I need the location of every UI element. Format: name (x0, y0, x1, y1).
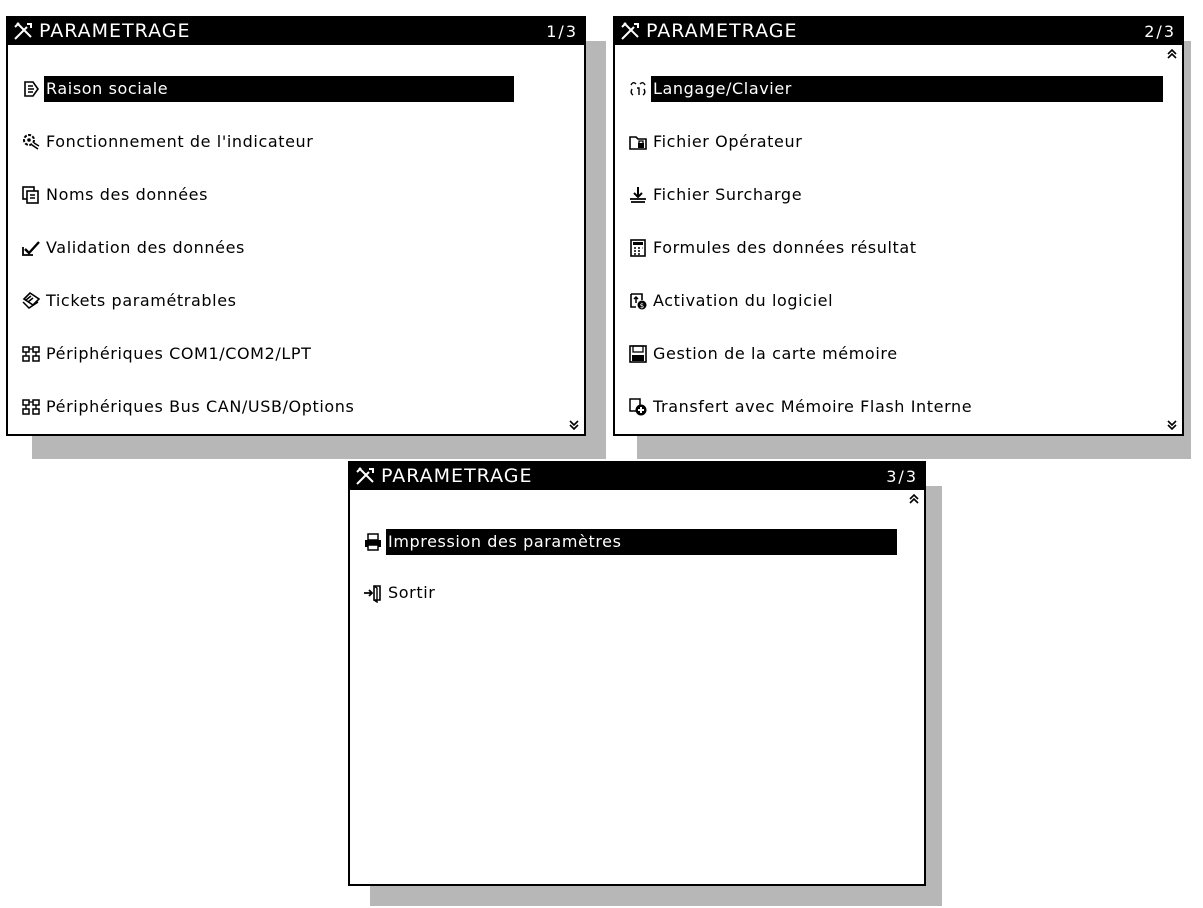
menu-item-langage-clavier[interactable]: Langage/Clavier (627, 75, 1163, 103)
peripherals-icon (20, 343, 42, 365)
menu-item-label: Périphériques Bus CAN/USB/Options (46, 397, 355, 416)
page-indicator: 2/3 (1144, 22, 1176, 41)
exit-icon (362, 582, 384, 604)
menu-item-label: Raison sociale (44, 76, 514, 102)
menu-item-noms-donnees[interactable]: Noms des données (20, 181, 210, 209)
menu-item-formules[interactable]: Formules des données résultat (627, 234, 919, 262)
scroll-down-icon[interactable] (568, 419, 580, 431)
menu-item-label: Impression des paramètres (386, 529, 897, 555)
menu-item-label: Périphériques COM1/COM2/LPT (46, 344, 312, 363)
peripherals-icon (20, 396, 42, 418)
checkmark-icon (20, 237, 42, 259)
title-bar: PARAMETRAGE 2/3 (615, 18, 1182, 45)
menu-item-peripheriques-bus[interactable]: Périphériques Bus CAN/USB/Options (20, 393, 356, 421)
menu-item-label: Tickets paramétrables (46, 291, 237, 310)
menu-item-peripheriques-com[interactable]: Périphériques COM1/COM2/LPT (20, 340, 314, 368)
menu-item-label: Formules des données résultat (653, 238, 917, 257)
menu-item-fichier-surcharge[interactable]: Fichier Surcharge (627, 181, 804, 209)
menu-item-label: Gestion de la carte mémoire (653, 344, 898, 363)
page-indicator: 1/3 (546, 22, 578, 41)
printer-icon (362, 531, 384, 553)
menu-item-validation[interactable]: Validation des données (20, 234, 247, 262)
names-icon (20, 184, 42, 206)
page-indicator: 3/3 (886, 467, 918, 486)
menu-item-activation[interactable]: $ Activation du logiciel (627, 287, 835, 315)
screen: PARAMETRAGE 1/3 Raison sociale Fonctionn… (6, 16, 586, 436)
memory-card-icon (627, 343, 649, 365)
screen: PARAMETRAGE 3/3 Impression des paramètre… (348, 461, 926, 886)
title-bar: PARAMETRAGE 1/3 (8, 18, 584, 45)
screen: PARAMETRAGE 2/3 Langage/Clavier Fichier … (613, 16, 1184, 436)
menu-item-carte-memoire[interactable]: Gestion de la carte mémoire (627, 340, 900, 368)
language-icon (627, 78, 649, 100)
title-bar: PARAMETRAGE 3/3 (350, 463, 924, 490)
svg-text:$: $ (640, 302, 644, 310)
overload-file-icon (627, 184, 649, 206)
menu-item-impression[interactable]: Impression des paramètres (362, 528, 897, 556)
panel-title: PARAMETRAGE (381, 465, 533, 487)
menu-item-fichier-operateur[interactable]: Fichier Opérateur (627, 128, 804, 156)
tools-icon (356, 467, 374, 485)
menu-item-label: Fichier Surcharge (653, 185, 803, 204)
calculator-icon (627, 237, 649, 259)
tools-icon (621, 22, 639, 40)
scroll-up-icon[interactable] (1166, 48, 1178, 60)
menu-item-label: Langage/Clavier (651, 76, 1163, 102)
ticket-icon (20, 290, 42, 312)
gear-icon (20, 131, 42, 153)
menu-item-label: Fonctionnement de l'indicateur (46, 132, 314, 151)
flash-transfer-icon (627, 396, 649, 418)
menu-item-label: Transfert avec Mémoire Flash Interne (653, 397, 973, 416)
menu-item-tickets[interactable]: Tickets paramétrables (20, 287, 239, 315)
menu-item-fonctionnement[interactable]: Fonctionnement de l'indicateur (20, 128, 315, 156)
scroll-up-icon[interactable] (908, 493, 920, 505)
scroll-down-icon[interactable] (1166, 419, 1178, 431)
menu-item-label: Sortir (388, 583, 436, 602)
menu-item-transfert-flash[interactable]: Transfert avec Mémoire Flash Interne (627, 393, 974, 421)
menu-item-sortir[interactable]: Sortir (362, 579, 437, 607)
menu-item-raison-sociale[interactable]: Raison sociale (20, 75, 514, 103)
panel-title: PARAMETRAGE (646, 20, 798, 42)
panel-title: PARAMETRAGE (39, 20, 191, 42)
menu-item-label: Fichier Opérateur (653, 132, 803, 151)
menu-item-label: Noms des données (46, 185, 209, 204)
operator-file-icon (627, 131, 649, 153)
company-icon (20, 78, 42, 100)
menu-item-label: Activation du logiciel (653, 291, 834, 310)
tools-icon (14, 22, 32, 40)
menu-item-label: Validation des données (46, 238, 245, 257)
activation-icon: $ (627, 290, 649, 312)
